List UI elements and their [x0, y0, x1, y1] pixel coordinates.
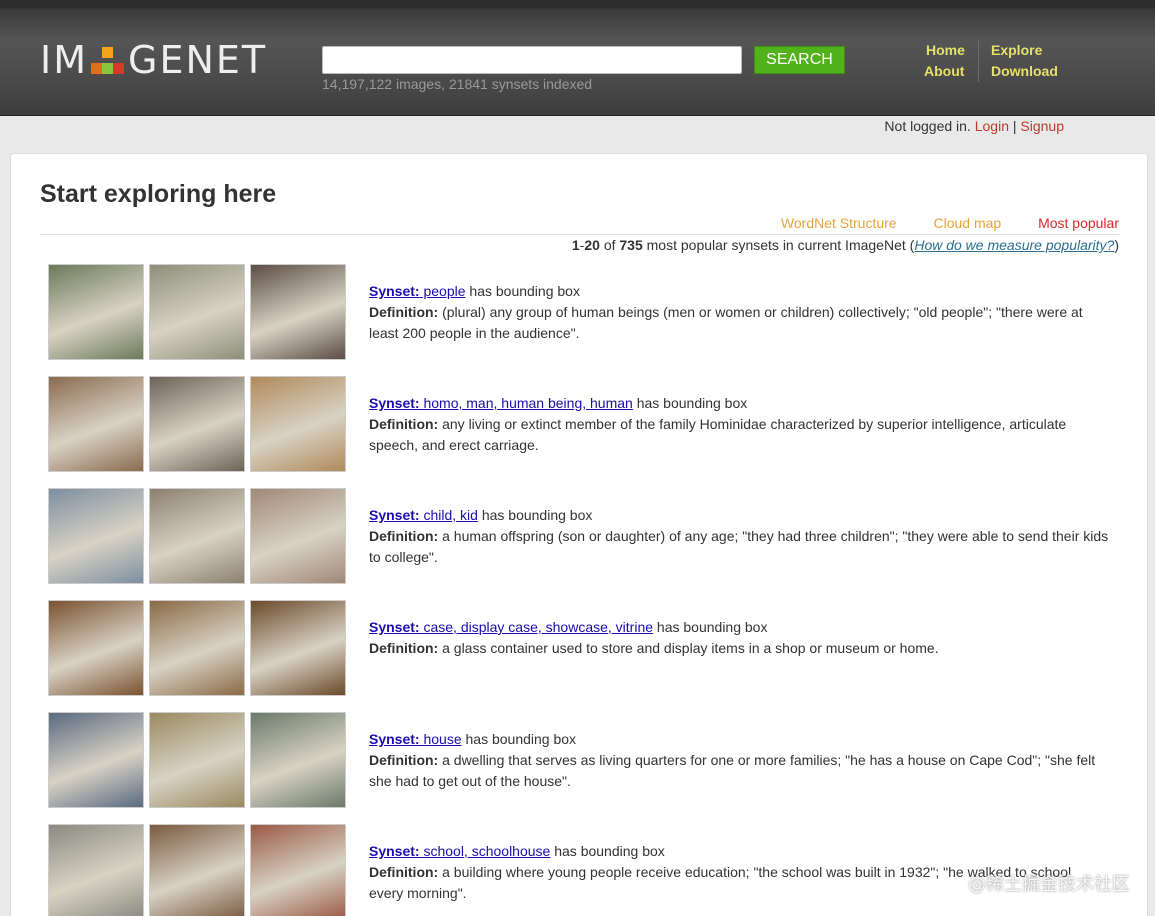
watermark: @稀土掘金技术社区: [968, 874, 1130, 895]
synset-thumbnail-image[interactable]: [149, 488, 245, 584]
login-bar: Not logged in. Login | Signup: [884, 118, 1064, 134]
synset-definition: Definition: (plural) any group of human …: [369, 304, 1083, 341]
bounding-box-note: has bounding box: [550, 843, 665, 859]
logo-text-right: GENET: [128, 38, 268, 82]
range-end: 20: [584, 237, 600, 253]
tab-cloud-map[interactable]: Cloud map: [933, 215, 1001, 231]
summary-of: of: [603, 237, 616, 253]
table-row: Synset: child, kid has bounding box Defin…: [11, 488, 1149, 600]
search-button[interactable]: SEARCH: [754, 46, 845, 74]
logo-mark-icon: [90, 43, 126, 77]
bounding-box-note: has bounding box: [465, 283, 580, 299]
range-start: 1: [571, 237, 580, 253]
synset-list: Synset: people has bounding box Definitio…: [11, 264, 1149, 916]
synset-thumbnail-image[interactable]: [250, 712, 346, 808]
synset-thumbnail-image[interactable]: [149, 264, 245, 360]
synset-link[interactable]: Synset: case, display case, showcase, vi…: [369, 619, 653, 635]
nav-divider: [978, 40, 979, 82]
login-link[interactable]: Login: [975, 118, 1009, 134]
synset-link[interactable]: Synset: people: [369, 283, 466, 299]
tab-wordnet-structure[interactable]: WordNet Structure: [781, 215, 897, 231]
signup-link[interactable]: Signup: [1020, 118, 1064, 134]
total-count: 735: [619, 237, 643, 253]
index-info: 14,197,122 images, 21841 synsets indexed: [322, 76, 593, 92]
synset-thumbnail-image[interactable]: [48, 488, 144, 584]
thumbnail-group: [48, 376, 348, 472]
synset-definition: Definition: a dwelling that serves as li…: [369, 752, 1096, 789]
login-status: Not logged in.: [884, 118, 971, 134]
synset-definition: Definition: a human offspring (son or da…: [369, 528, 1109, 565]
table-row: Synset: people has bounding box Definitio…: [11, 264, 1149, 376]
site-header: IM GENET SEARCH 14,197,122 images, 21841…: [0, 0, 1155, 116]
bounding-box-note: has bounding box: [632, 395, 748, 411]
synset-thumbnail-image[interactable]: [48, 824, 144, 916]
table-row: Synset: house has bounding box Definition…: [11, 712, 1149, 824]
login-separator: |: [1012, 118, 1017, 134]
synset-definition: Definition: a glass container used to st…: [369, 640, 939, 656]
synset-description: Synset: people has bounding box Definitio…: [369, 281, 1109, 344]
synset-description: Synset: homo, man, human being, human ha…: [369, 393, 1109, 456]
synset-thumbnail-image[interactable]: [149, 376, 245, 472]
summary-text: most popular synsets in current ImageNet: [646, 237, 906, 253]
synset-description: Synset: child, kid has bounding box Defin…: [369, 505, 1109, 568]
imagenet-logo[interactable]: IM GENET: [40, 38, 268, 82]
divider: [40, 234, 1119, 235]
synset-thumbnail-image[interactable]: [250, 376, 346, 472]
popularity-help-link[interactable]: How do we measure popularity?: [914, 237, 1114, 253]
thumbnail-group: [48, 824, 348, 916]
synset-thumbnail-image[interactable]: [149, 712, 245, 808]
nav-explore[interactable]: Explore: [991, 42, 1042, 58]
synset-link[interactable]: Synset: school, schoolhouse: [369, 843, 550, 859]
synset-thumbnail-image[interactable]: [250, 600, 346, 696]
synset-thumbnail-image[interactable]: [48, 376, 144, 472]
synset-link[interactable]: Synset: child, kid: [369, 507, 478, 523]
search-input[interactable]: [322, 46, 742, 74]
nav-download[interactable]: Download: [991, 63, 1058, 79]
bounding-box-note: has bounding box: [477, 507, 593, 523]
bounding-box-note: has bounding box: [461, 731, 577, 747]
logo-text-left: IM: [40, 38, 88, 82]
table-row: Synset: homo, man, human being, human ha…: [11, 376, 1149, 488]
synset-link[interactable]: Synset: house: [369, 731, 462, 747]
thumbnail-group: [48, 600, 348, 696]
main-panel: Start exploring here WordNet Structure C…: [10, 153, 1148, 916]
synset-description: Synset: house has bounding box Definition…: [369, 729, 1109, 792]
synset-thumbnail-image[interactable]: [149, 600, 245, 696]
thumbnail-group: [48, 264, 348, 360]
thumbnail-group: [48, 712, 348, 808]
paren-close: ): [1114, 237, 1119, 253]
synset-thumbnail-image[interactable]: [149, 824, 245, 916]
results-summary: 1-20 of 735 most popular synsets in curr…: [572, 237, 1119, 253]
synset-thumbnail-image[interactable]: [48, 712, 144, 808]
synset-description: Synset: case, display case, showcase, vi…: [369, 617, 1109, 659]
nav-home[interactable]: Home: [926, 42, 965, 58]
synset-link[interactable]: Synset: homo, man, human being, human: [369, 395, 633, 411]
tab-most-popular[interactable]: Most popular: [1038, 215, 1119, 231]
page-title: Start exploring here: [40, 180, 277, 208]
synset-thumbnail-image[interactable]: [250, 264, 346, 360]
synset-thumbnail-image[interactable]: [250, 824, 346, 916]
bounding-box-note: has bounding box: [653, 619, 768, 635]
synset-thumbnail-image[interactable]: [250, 488, 346, 584]
synset-thumbnail-image[interactable]: [48, 264, 144, 360]
synset-thumbnail-image[interactable]: [48, 600, 144, 696]
top-nav: Home About Explore Download: [912, 40, 1072, 82]
thumbnail-group: [48, 488, 348, 584]
synset-definition: Definition: any living or extinct member…: [369, 416, 1067, 453]
view-tabs: WordNet Structure Cloud map Most popular: [748, 215, 1119, 231]
nav-about[interactable]: About: [924, 63, 964, 79]
table-row: Synset: case, display case, showcase, vi…: [11, 600, 1149, 712]
